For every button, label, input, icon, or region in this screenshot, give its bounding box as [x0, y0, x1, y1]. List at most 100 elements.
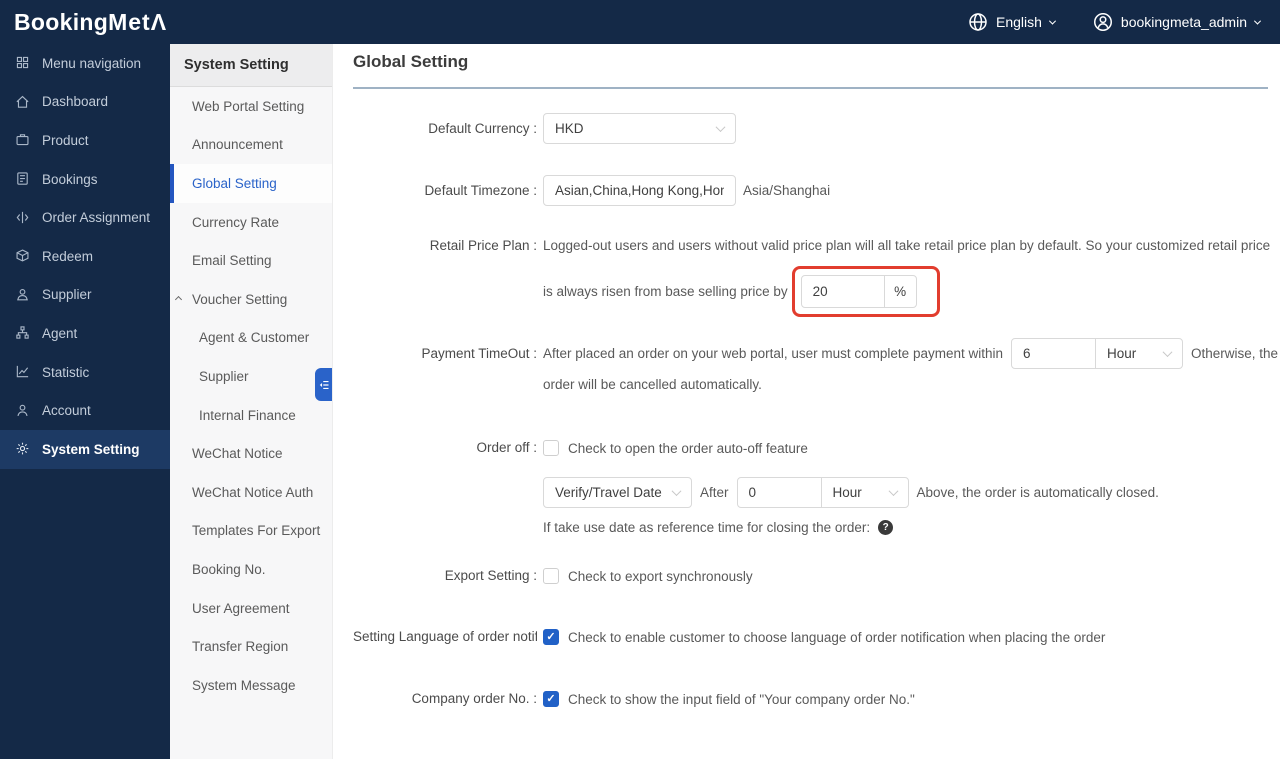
sidebar-item-label: Dashboard — [42, 94, 109, 110]
field-label: Default Timezone : — [424, 183, 537, 198]
sidebar-item-system-setting[interactable]: System Setting — [0, 429, 170, 469]
sidebar-item-statistic[interactable]: Statistic — [0, 353, 170, 392]
submenu-item-agent-customer[interactable]: Agent & Customer — [170, 319, 332, 358]
sidebar-item-label: Bookings — [42, 171, 98, 187]
order-off-checkbox[interactable] — [543, 440, 559, 456]
notification-language-checkbox[interactable] — [543, 629, 559, 645]
sidebar-item-label: Product — [42, 132, 89, 148]
order-assignment-icon — [15, 210, 31, 226]
sidebar-item-label: Order Assignment — [42, 210, 151, 226]
sidebar-item-label: Account — [42, 403, 91, 419]
sidebar-item-agent[interactable]: Agent — [0, 314, 170, 353]
submenu-item-label: Global Setting — [192, 175, 277, 191]
payment-timeout-input[interactable] — [1010, 338, 1096, 369]
row-order-off: Order off : Check to open the order auto… — [353, 440, 1268, 535]
chart-icon — [15, 364, 31, 380]
sidebar-item-label: Statistic — [42, 364, 90, 380]
field-label: Payment TimeOut : — [421, 346, 537, 361]
grid-icon — [15, 55, 31, 71]
system-setting-submenu: System Setting Web Portal Setting Announc… — [170, 44, 333, 759]
order-off-date-type-select[interactable]: Verify/Travel Date — [543, 477, 692, 508]
row-default-currency: Default Currency : HKD — [353, 113, 1268, 144]
submenu-item-transfer-region[interactable]: Transfer Region — [170, 627, 332, 666]
submenu-item-system-message[interactable]: System Message — [170, 666, 332, 705]
user-menu[interactable]: bookingmeta_admin — [1093, 12, 1262, 32]
submenu-item-label: WeChat Notice Auth — [192, 484, 314, 500]
hierarchy-icon — [15, 325, 31, 341]
field-label: Order off : — [476, 440, 537, 455]
brand-logo-text-2: Met — [108, 8, 151, 35]
submenu-item-internal-finance[interactable]: Internal Finance — [170, 396, 332, 435]
submenu-list: Web Portal Setting Announcement Global Set… — [170, 87, 332, 705]
submenu-item-wechat-notice-auth[interactable]: WeChat Notice Auth — [170, 473, 332, 512]
global-setting-page: Booking Met Λ English bookingmeta_admin Me… — [0, 0, 1280, 759]
box-icon — [15, 248, 31, 264]
field-label: Company order No. : — [411, 691, 537, 706]
submenu-item-label: Email Setting — [192, 253, 272, 269]
submenu-item-label: Currency Rate — [192, 214, 280, 230]
username-label: bookingmeta_admin — [1120, 14, 1247, 30]
title-divider — [353, 87, 1268, 89]
sidebar-item-account[interactable]: Account — [0, 391, 170, 430]
row-export-setting: Export Setting : Check to export synchro… — [353, 568, 1268, 584]
chevron-down-icon — [888, 486, 898, 497]
order-off-after-label: After — [700, 485, 729, 500]
sidebar-item-product[interactable]: Product — [0, 121, 170, 160]
submenu-item-voucher-setting[interactable]: Voucher Setting — [170, 280, 332, 319]
order-off-checkbox-label: Check to open the order auto-off feature — [568, 440, 808, 456]
row-default-timezone: Default Timezone : Asia/Shanghai — [353, 175, 1268, 206]
sidebar-item-order-assignment[interactable]: Order Assignment — [0, 198, 170, 237]
order-off-hours-input[interactable] — [736, 477, 822, 508]
sidebar-item-bookings[interactable]: Bookings — [0, 160, 170, 199]
submenu-item-booking-no[interactable]: Booking No. — [170, 550, 332, 589]
top-bar-right: English bookingmeta_admin — [968, 12, 1280, 32]
submenu-item-global-setting[interactable]: Global Setting — [170, 164, 332, 203]
row-notification-language: Setting Language of order notific Check … — [353, 629, 1268, 645]
sidebar-item-supplier[interactable]: Supplier — [0, 276, 170, 315]
sidebar-item-menu-navigation[interactable]: Menu navigation — [0, 44, 170, 83]
highlight-annotation-box: % — [791, 266, 940, 317]
payment-text-before: After placed an order on your web portal… — [543, 346, 1003, 361]
submenu-item-label: Announcement — [192, 137, 283, 153]
globe-icon — [968, 12, 988, 32]
order-off-unit-select[interactable]: Hour — [820, 477, 909, 508]
submenu-item-label: Internal Finance — [199, 407, 296, 423]
submenu-item-supplier[interactable]: Supplier — [170, 357, 332, 396]
sidebar-item-label: Redeem — [42, 248, 94, 264]
submenu-item-label: WeChat Notice — [192, 446, 283, 462]
submenu-item-currency-rate[interactable]: Currency Rate — [170, 203, 332, 242]
default-currency-select[interactable]: HKD — [543, 113, 736, 144]
submenu-item-email-setting[interactable]: Email Setting — [170, 241, 332, 280]
help-icon[interactable]: ? — [878, 520, 894, 535]
export-sync-checkbox[interactable] — [543, 568, 559, 584]
submenu-item-web-portal-setting[interactable]: Web Portal Setting — [170, 87, 332, 126]
sidebar-item-redeem[interactable]: Redeem — [0, 237, 170, 276]
selected-currency: HKD — [555, 121, 584, 136]
submenu-item-wechat-notice[interactable]: WeChat Notice — [170, 434, 332, 473]
sidebar-item-label: Agent — [42, 325, 78, 341]
row-retail-price-plan: Retail Price Plan : Logged-out users and… — [353, 238, 1270, 317]
brand-logo: Booking Met Λ — [0, 9, 166, 36]
sidebar-item-dashboard[interactable]: Dashboard — [0, 83, 170, 122]
language-switcher[interactable]: English — [968, 12, 1056, 32]
field-label: Retail Price Plan : — [429, 238, 537, 253]
default-timezone-input[interactable] — [543, 175, 736, 206]
payment-unit-select[interactable]: Hour — [1094, 338, 1183, 369]
retail-percentage-input[interactable] — [800, 275, 885, 308]
notification-language-checkbox-label: Check to enable customer to choose langu… — [568, 629, 1106, 645]
company-order-no-checkbox[interactable] — [543, 691, 559, 707]
chevron-down-icon — [1048, 17, 1056, 25]
payment-text-line2: order will be cancelled automatically. — [543, 377, 762, 392]
field-label: Setting Language of order notific — [353, 629, 537, 644]
submenu-item-user-agreement[interactable]: User Agreement — [170, 589, 332, 628]
collapse-sidebar-button[interactable] — [315, 368, 332, 401]
submenu-item-templates-for-export[interactable]: Templates For Export — [170, 512, 332, 551]
row-company-order-no: Company order No. : Check to show the in… — [353, 691, 1268, 707]
submenu-item-label: System Message — [192, 677, 296, 693]
order-off-reference-label: If take use date as reference time for c… — [543, 520, 871, 535]
chevron-up-icon — [174, 295, 183, 304]
company-order-no-checkbox-label: Check to show the input field of "Your c… — [568, 691, 915, 707]
submenu-item-label: Supplier — [199, 368, 249, 384]
chevron-down-icon — [715, 122, 726, 133]
submenu-item-announcement[interactable]: Announcement — [170, 126, 332, 165]
